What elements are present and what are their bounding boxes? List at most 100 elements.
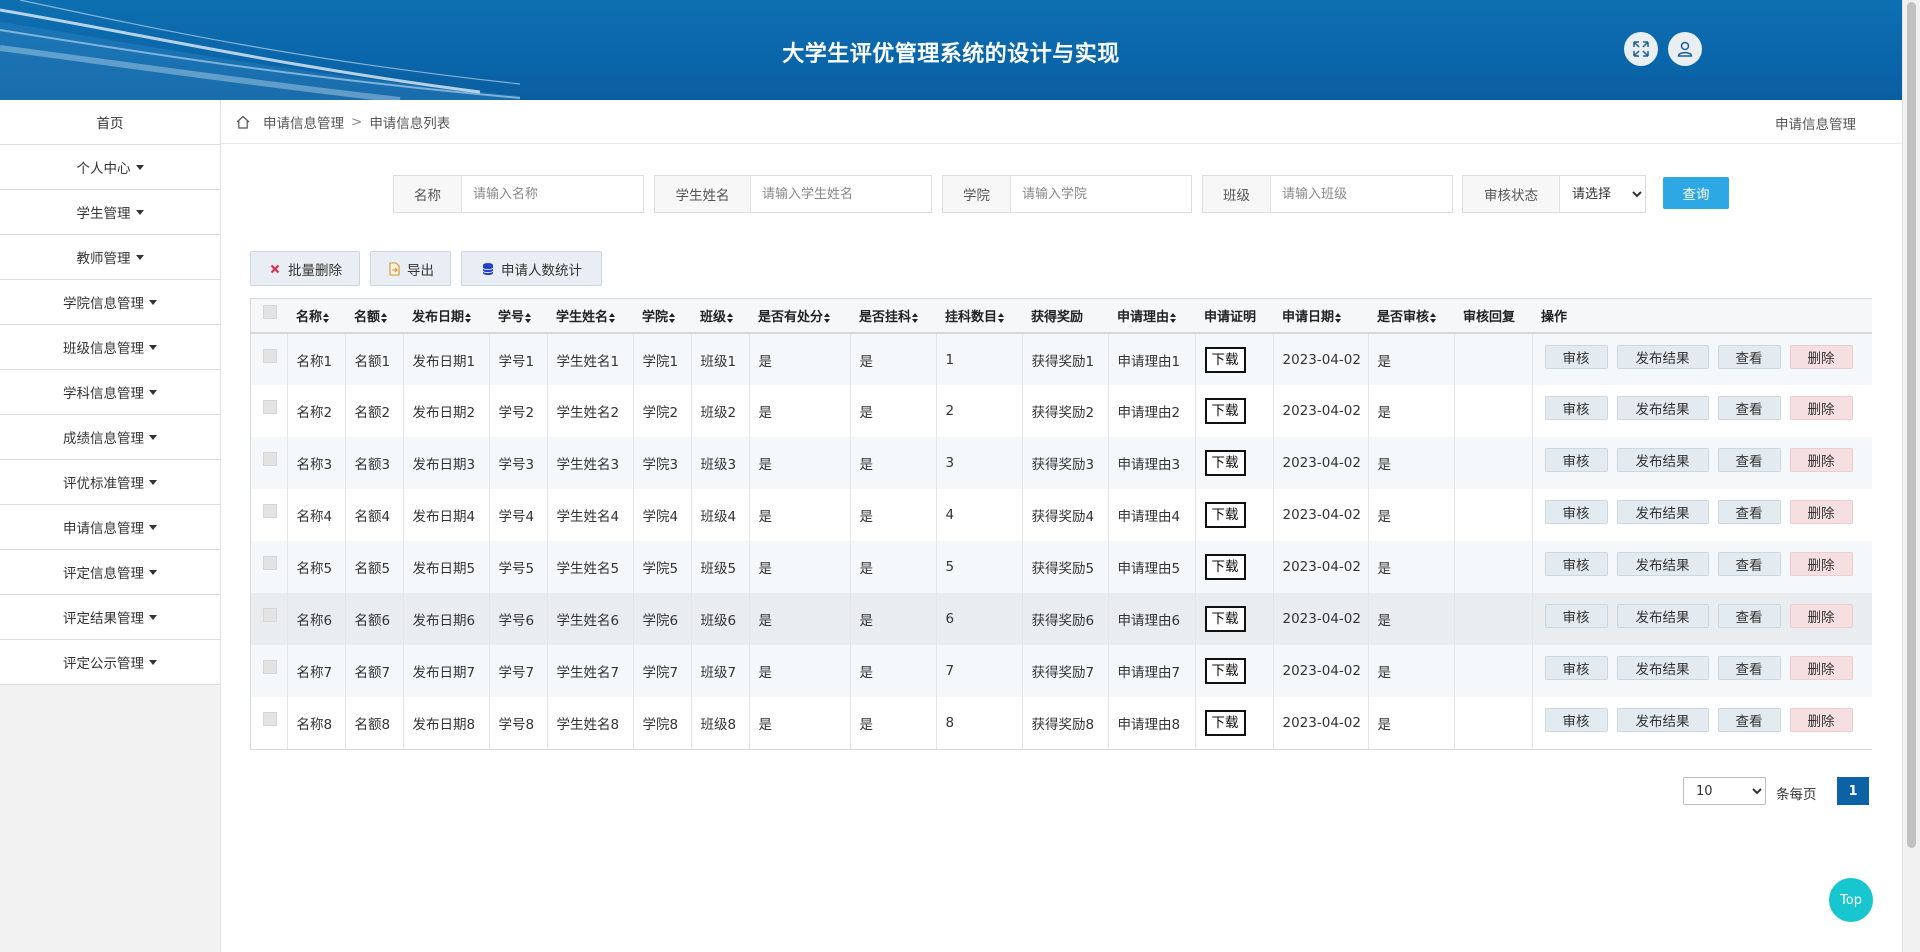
- sort-icon[interactable]: [998, 312, 1005, 323]
- column-header-8[interactable]: 是否挂科: [850, 299, 936, 333]
- delete-button[interactable]: 删除: [1789, 552, 1853, 576]
- view-button[interactable]: 查看: [1717, 552, 1781, 576]
- publish-result-button[interactable]: 发布结果: [1616, 396, 1709, 420]
- column-header-7[interactable]: 是否有处分: [749, 299, 850, 333]
- query-button[interactable]: 查询: [1663, 177, 1729, 209]
- view-button[interactable]: 查看: [1717, 396, 1781, 420]
- sort-icon[interactable]: [381, 312, 388, 323]
- row-checkbox[interactable]: [263, 660, 277, 674]
- delete-button[interactable]: 删除: [1789, 396, 1853, 420]
- column-header-2[interactable]: 发布日期: [403, 299, 489, 333]
- review-button[interactable]: 审核: [1544, 396, 1608, 420]
- sort-icon[interactable]: [1430, 312, 1437, 323]
- table-row[interactable]: 名称5 名额5 发布日期5 学号5 学生姓名5 学院5 班级5 是是 5 获得奖励5 申请理由5 下载…: [251, 541, 1872, 593]
- search-class-input[interactable]: [1271, 176, 1452, 212]
- sort-icon[interactable]: [609, 312, 616, 323]
- batch-delete-button[interactable]: 批量删除: [250, 251, 360, 286]
- column-header-13[interactable]: 申请日期: [1273, 299, 1368, 333]
- scrollbar-thumb[interactable]: [1907, 2, 1916, 848]
- user-button[interactable]: [1668, 32, 1702, 66]
- publish-result-button[interactable]: 发布结果: [1616, 500, 1709, 524]
- sidebar-item-2[interactable]: 学生管理: [0, 190, 220, 235]
- column-header-1[interactable]: 名额: [345, 299, 403, 333]
- publish-result-button[interactable]: 发布结果: [1616, 344, 1709, 369]
- row-checkbox[interactable]: [263, 504, 277, 518]
- download-button[interactable]: 下载: [1204, 346, 1246, 373]
- row-checkbox[interactable]: [263, 556, 277, 570]
- page-size-select[interactable]: 10: [1683, 777, 1766, 805]
- sidebar-item-0[interactable]: 首页: [0, 100, 220, 145]
- column-header-5[interactable]: 学院: [633, 299, 691, 333]
- view-button[interactable]: 查看: [1717, 500, 1781, 524]
- sidebar-item-7[interactable]: 成绩信息管理: [0, 415, 220, 460]
- column-header-9[interactable]: 挂科数目: [936, 299, 1022, 333]
- review-button[interactable]: 审核: [1544, 344, 1608, 369]
- row-checkbox[interactable]: [263, 452, 277, 466]
- home-icon[interactable]: [235, 114, 251, 130]
- download-button[interactable]: 下载: [1204, 502, 1246, 528]
- table-row[interactable]: 名称1 名额1 发布日期1 学号1 学生姓名1 学院1 班级1 是是 1 获得奖励1 申请理由1 下载…: [251, 333, 1872, 385]
- search-college-input[interactable]: [1011, 176, 1191, 212]
- export-button[interactable]: 导出: [370, 251, 451, 286]
- row-checkbox[interactable]: [263, 712, 277, 726]
- breadcrumb-level1[interactable]: 申请信息管理: [263, 112, 344, 132]
- publish-result-button[interactable]: 发布结果: [1616, 708, 1709, 732]
- page-scrollbar[interactable]: [1902, 0, 1920, 952]
- sort-icon[interactable]: [525, 312, 532, 323]
- review-button[interactable]: 审核: [1544, 552, 1608, 576]
- sidebar-item-10[interactable]: 评定信息管理: [0, 550, 220, 595]
- sort-icon[interactable]: [669, 312, 676, 323]
- sort-icon[interactable]: [1170, 312, 1177, 323]
- delete-button[interactable]: 删除: [1789, 448, 1853, 472]
- publish-result-button[interactable]: 发布结果: [1616, 552, 1709, 576]
- table-row[interactable]: 名称6 名额6 发布日期6 学号6 学生姓名6 学院6 班级6 是是 6 获得奖励6 申请理由6 下载…: [251, 593, 1872, 645]
- table-row[interactable]: 名称7 名额7 发布日期7 学号7 学生姓名7 学院7 班级7 是是 7 获得奖励7 申请理由7 下载…: [251, 645, 1872, 697]
- sidebar-item-4[interactable]: 学院信息管理: [0, 280, 220, 325]
- delete-button[interactable]: 删除: [1789, 344, 1853, 369]
- sort-icon[interactable]: [1335, 312, 1342, 323]
- download-button[interactable]: 下载: [1204, 554, 1246, 580]
- sidebar-item-1[interactable]: 个人中心: [0, 145, 220, 190]
- publish-result-button[interactable]: 发布结果: [1616, 448, 1709, 472]
- column-header-14[interactable]: 是否审核: [1368, 299, 1454, 333]
- row-checkbox[interactable]: [263, 608, 277, 622]
- review-button[interactable]: 审核: [1544, 604, 1608, 628]
- download-button[interactable]: 下载: [1204, 606, 1246, 632]
- sort-icon[interactable]: [824, 312, 831, 323]
- sidebar-item-6[interactable]: 学科信息管理: [0, 370, 220, 415]
- sidebar-item-8[interactable]: 评优标准管理: [0, 460, 220, 505]
- view-button[interactable]: 查看: [1717, 344, 1781, 369]
- view-button[interactable]: 查看: [1717, 604, 1781, 628]
- delete-button[interactable]: 删除: [1789, 708, 1853, 732]
- download-button[interactable]: 下载: [1204, 710, 1246, 736]
- stats-button[interactable]: 申请人数统计: [461, 251, 602, 286]
- select-all-checkbox[interactable]: [263, 304, 277, 319]
- sidebar-item-11[interactable]: 评定结果管理: [0, 595, 220, 640]
- back-to-top-button[interactable]: Top: [1829, 878, 1873, 922]
- delete-button[interactable]: 删除: [1789, 500, 1853, 524]
- table-row[interactable]: 名称4 名额4 发布日期4 学号4 学生姓名4 学院4 班级4 是是 4 获得奖励4 申请理由4 下载…: [251, 489, 1872, 541]
- row-checkbox[interactable]: [263, 348, 277, 363]
- review-button[interactable]: 审核: [1544, 708, 1608, 732]
- download-button[interactable]: 下载: [1204, 398, 1246, 424]
- table-row[interactable]: 名称2 名额2 发布日期2 学号2 学生姓名2 学院2 班级2 是是 2 获得奖励2 申请理由2 下载…: [251, 385, 1872, 437]
- fullscreen-button[interactable]: [1624, 32, 1658, 66]
- column-header-4[interactable]: 学生姓名: [547, 299, 633, 333]
- page-1-button[interactable]: 1: [1837, 777, 1869, 805]
- sidebar-item-9[interactable]: 申请信息管理: [0, 505, 220, 550]
- review-button[interactable]: 审核: [1544, 500, 1608, 524]
- view-button[interactable]: 查看: [1717, 708, 1781, 732]
- table-row[interactable]: 名称3 名额3 发布日期3 学号3 学生姓名3 学院3 班级3 是是 3 获得奖励3 申请理由3 下载…: [251, 437, 1872, 489]
- publish-result-button[interactable]: 发布结果: [1616, 604, 1709, 628]
- sort-icon[interactable]: [727, 312, 734, 323]
- view-button[interactable]: 查看: [1717, 448, 1781, 472]
- column-header-6[interactable]: 班级: [691, 299, 749, 333]
- search-student-input[interactable]: [751, 176, 931, 212]
- delete-button[interactable]: 删除: [1789, 604, 1853, 628]
- column-header-11[interactable]: 申请理由: [1108, 299, 1195, 333]
- delete-button[interactable]: 删除: [1789, 656, 1853, 680]
- sidebar-item-5[interactable]: 班级信息管理: [0, 325, 220, 370]
- sort-icon[interactable]: [465, 312, 472, 323]
- review-button[interactable]: 审核: [1544, 448, 1608, 472]
- sort-icon[interactable]: [912, 312, 919, 323]
